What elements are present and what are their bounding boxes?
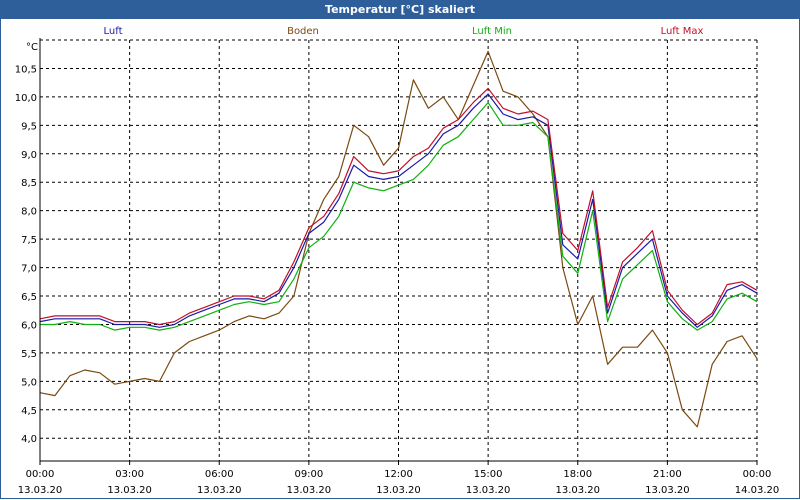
y-tick-label: 8,5 [21, 178, 37, 189]
legend-luft-min: Luft Min [472, 26, 512, 37]
y-tick-label: 6,5 [21, 292, 37, 303]
y-tick-label: 10,0 [15, 93, 37, 104]
grid [40, 39, 758, 461]
chart-canvas: 4,0 4,5 5,0 5,5 6,0 6,5 7,0 7,5 8,0 8,5 9,0 9,5 10,0… [15, 26, 780, 496]
x-tick-date: 13.03.20 [645, 485, 690, 496]
y-tick-label: 4,0 [21, 434, 37, 445]
y-tick-label: 5,5 [21, 349, 37, 360]
x-tick-time: 21:00 [653, 469, 682, 480]
x-tick-time: 03:00 [115, 469, 144, 480]
y-tick-label: 4,5 [21, 406, 37, 417]
x-tick-date: 13.03.20 [107, 485, 152, 496]
x-tick-time: 00:00 [26, 469, 55, 480]
y-tick-label: 9,0 [21, 150, 37, 161]
x-tick-date: 13.03.20 [197, 485, 242, 496]
x-tick-time: 12:00 [384, 469, 413, 480]
x-tick-time: 15:00 [474, 469, 503, 480]
x-tick-time: 18:00 [563, 469, 592, 480]
series-line-luft-max [39, 87, 758, 326]
x-tick-time: 06:00 [205, 469, 234, 480]
legend-boden: Boden [287, 26, 319, 37]
x-tick-date: 13.03.20 [466, 485, 511, 496]
x-tick-time: 09:00 [294, 469, 323, 480]
y-tick-label: 7,5 [21, 235, 37, 246]
legend-luft-max: Luft Max [661, 26, 704, 37]
y-tick-label: 7,0 [21, 264, 37, 275]
y-axis-unit: °C [26, 42, 38, 53]
x-tick-date: 13.03.20 [555, 485, 600, 496]
legend-luft: Luft [104, 26, 123, 37]
x-tick-date: 13.03.20 [18, 485, 63, 496]
y-tick-label: 10,5 [15, 64, 37, 75]
x-tick-time: 00:00 [743, 469, 772, 480]
legend: Luft Boden Luft Min Luft Max [104, 26, 704, 37]
y-tick-label: 5,0 [21, 377, 37, 388]
x-tick-date: 14.03.20 [735, 485, 780, 496]
y-tick-label: 9,5 [21, 121, 37, 132]
y-tick-label: 6,0 [21, 320, 37, 331]
x-tick-date: 13.03.20 [287, 485, 332, 496]
y-tick-label: 8,0 [21, 207, 37, 218]
x-tick-date: 13.03.20 [376, 485, 421, 496]
